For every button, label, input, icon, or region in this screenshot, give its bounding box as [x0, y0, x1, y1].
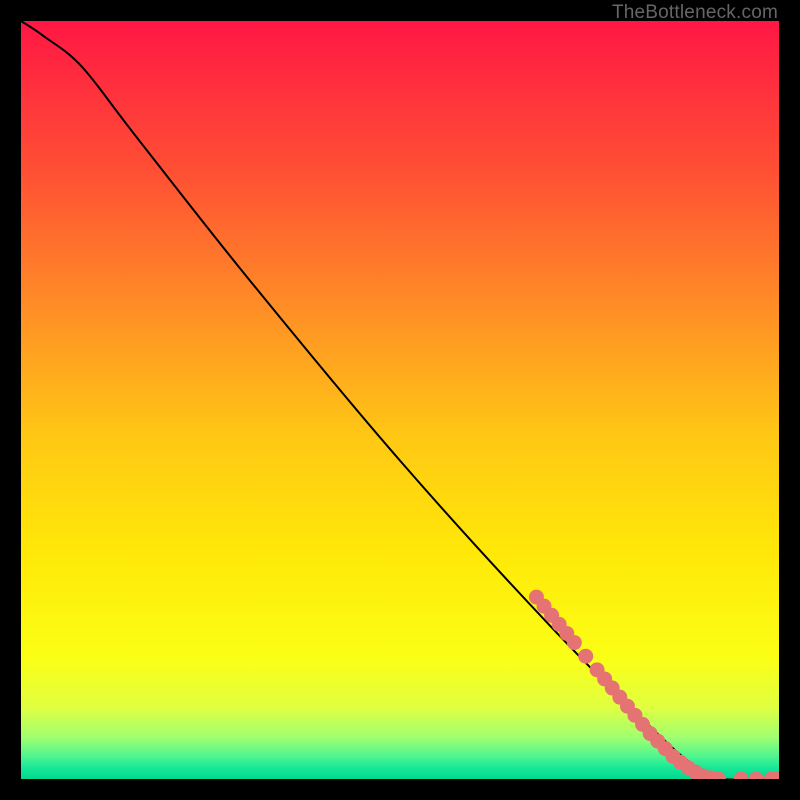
bottleneck-chart [21, 21, 779, 779]
data-marker [578, 649, 593, 664]
attribution-text: TheBottleneck.com [612, 2, 778, 24]
data-marker [567, 635, 582, 650]
